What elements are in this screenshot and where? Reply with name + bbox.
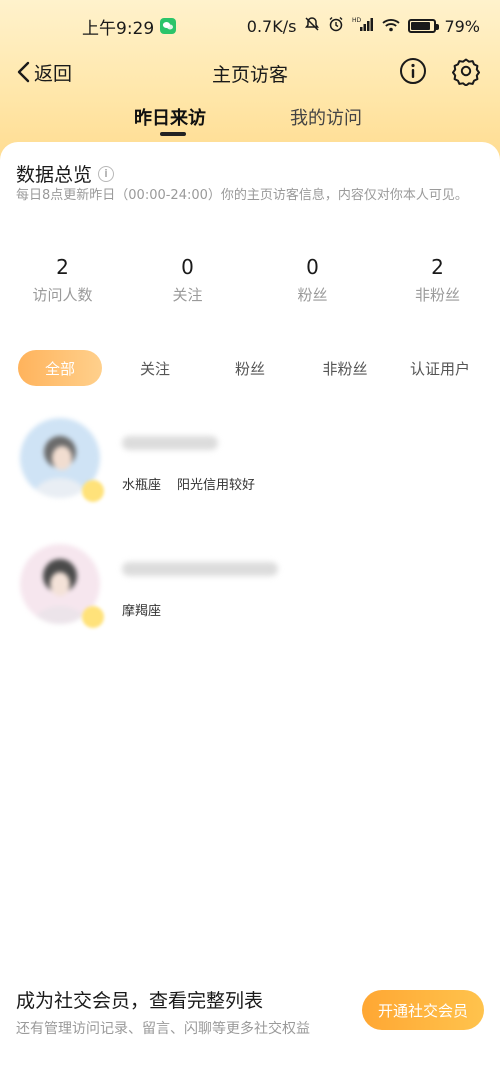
info-circle-icon[interactable]: i — [98, 165, 115, 182]
nav-bar: 返回 主页访客 — [0, 52, 500, 92]
visitor-tags: 水瓶座 阳光信用较好 — [122, 474, 255, 493]
active-tab-indicator — [160, 132, 186, 136]
promo-subtitle: 还有管理访问记录、留言、闪聊等更多社交权益 — [16, 1021, 310, 1037]
stat-value: 0 — [306, 255, 319, 279]
network-speed: 0.7K/s — [246, 16, 297, 36]
promo-title: 成为社交会员，查看完整列表 — [16, 990, 264, 1012]
tab-yesterday-visits[interactable]: 昨日来访 — [134, 104, 206, 130]
stat-fans[interactable]: 0 粉丝 — [250, 254, 375, 314]
stat-following[interactable]: 0 关注 — [125, 254, 250, 314]
tab-my-visits[interactable]: 我的访问 — [290, 104, 362, 130]
wechat-notification-icon — [160, 18, 177, 34]
status-right: 0.7K/s HD 79% — [247, 16, 480, 36]
membership-promo: 成为社交会员，查看完整列表 还有管理访问记录、留言、闪聊等更多社交权益 开通社交… — [0, 978, 500, 1048]
stat-visitors[interactable]: 2 访问人数 — [0, 254, 125, 314]
overview-title: 数据总览 — [16, 164, 93, 186]
filter-all[interactable]: 全部 — [18, 350, 102, 386]
tag-credit: 阳光信用较好 — [177, 478, 256, 493]
tag-zodiac: 水瓶座 — [122, 478, 162, 493]
status-bar: 上午9:29 0.7K/s HD 79% — [0, 0, 500, 52]
filter-chips: 全部 关注 粉丝 非粉丝 认证用户 — [0, 350, 500, 386]
status-time: 上午9:29 — [82, 18, 155, 39]
battery-icon — [408, 19, 440, 33]
visitor-screen: 上午9:29 0.7K/s HD 79% 返回 主页访客 昨日来访 我的访问 数… — [0, 0, 500, 1069]
verified-badge-icon — [82, 480, 104, 502]
content-card: 数据总览 i 每日8点更新昨日（00:00-24:00）你的主页访客信息，内容仅… — [0, 142, 500, 1069]
stat-label: 粉丝 — [297, 286, 328, 304]
stat-value: 2 — [431, 255, 444, 279]
status-left: 上午9:29 — [82, 14, 177, 39]
stat-label: 关注 — [172, 286, 203, 304]
network-type-label: HD — [352, 17, 362, 24]
info-icon — [400, 58, 426, 84]
tag-zodiac: 摩羯座 — [122, 604, 162, 619]
visitor-item[interactable]: 摩羯座 — [0, 544, 500, 644]
stat-non-fans[interactable]: 2 非粉丝 — [375, 254, 500, 314]
filter-verified[interactable]: 认证用户 — [404, 350, 476, 386]
overview-header: 数据总览 i — [16, 160, 115, 187]
battery-percent: 79% — [444, 16, 480, 36]
blurred-username — [122, 436, 218, 450]
overview-description: 每日8点更新昨日（00:00-24:00）你的主页访客信息，内容仅对你本人可见。 — [16, 188, 468, 203]
open-membership-button[interactable]: 开通社交会员 — [362, 990, 484, 1030]
info-button[interactable] — [398, 56, 428, 86]
filter-non-fans[interactable]: 非粉丝 — [310, 350, 380, 386]
filter-following[interactable]: 关注 — [120, 350, 190, 386]
battery-level-fill — [411, 22, 431, 30]
bell-muted-icon — [304, 16, 320, 36]
visitor-tags: 摩羯座 — [122, 600, 161, 619]
visitor-item[interactable]: 水瓶座 阳光信用较好 — [0, 418, 500, 518]
stat-value: 2 — [56, 255, 69, 279]
verified-badge-icon — [82, 606, 104, 628]
stat-value: 0 — [181, 255, 194, 279]
stat-label: 访问人数 — [32, 286, 93, 304]
gear-icon — [452, 58, 480, 87]
filter-fans[interactable]: 粉丝 — [215, 350, 285, 386]
stats-row: 2 访问人数 0 关注 0 粉丝 2 非粉丝 — [0, 254, 500, 314]
stat-label: 非粉丝 — [414, 286, 460, 304]
signal-icon: HD — [352, 16, 374, 36]
tab-bar: 昨日来访 我的访问 — [0, 98, 500, 142]
settings-button[interactable] — [451, 56, 481, 87]
wifi-icon — [382, 17, 401, 36]
alarm-icon — [328, 16, 344, 36]
blurred-username — [122, 562, 278, 576]
